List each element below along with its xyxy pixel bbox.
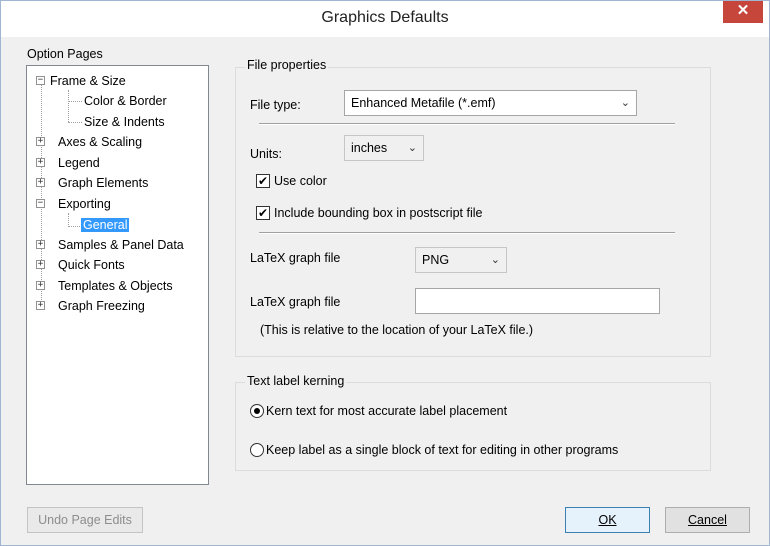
option-pages-label: Option Pages bbox=[27, 47, 103, 61]
expand-icon[interactable]: + bbox=[36, 240, 45, 249]
option-pages-tree[interactable]: − Frame & Size Color & Border Size & Ind… bbox=[26, 65, 209, 485]
undo-page-edits-button[interactable]: Undo Page Edits bbox=[27, 507, 143, 533]
file-type-label: File type: bbox=[250, 98, 301, 112]
use-color-checkbox[interactable]: ✔ bbox=[256, 174, 270, 188]
tree-item-label: Quick Fonts bbox=[58, 258, 125, 272]
tree-item-label: Exporting bbox=[58, 197, 111, 211]
latex-format-dropdown[interactable]: PNG ⌄ bbox=[415, 247, 507, 273]
graphics-defaults-dialog: Graphics Defaults ✕ Option Pages − Frame… bbox=[0, 0, 770, 546]
tree-item-label: Legend bbox=[58, 156, 100, 170]
ok-button[interactable]: OK bbox=[565, 507, 650, 533]
tree-item-label: Samples & Panel Data bbox=[58, 238, 184, 252]
file-type-dropdown[interactable]: Enhanced Metafile (*.emf) ⌄ bbox=[344, 90, 637, 116]
collapse-icon[interactable]: − bbox=[36, 76, 45, 85]
collapse-icon[interactable]: − bbox=[36, 199, 45, 208]
tree-item-label: Graph Elements bbox=[58, 176, 149, 190]
latex-note: (This is relative to the location of you… bbox=[260, 323, 534, 337]
file-type-value: Enhanced Metafile (*.emf) bbox=[351, 96, 496, 110]
window-title: Graphics Defaults bbox=[321, 9, 449, 26]
bounding-box-checkbox[interactable]: ✔ bbox=[256, 206, 270, 220]
units-dropdown[interactable]: inches ⌄ bbox=[344, 135, 424, 161]
chevron-down-icon: ⌄ bbox=[490, 254, 500, 266]
bounding-box-label[interactable]: Include bounding box in postscript file bbox=[274, 206, 482, 220]
ok-label: OK bbox=[598, 513, 617, 527]
block-option-label[interactable]: Keep label as a single block of text for… bbox=[266, 443, 618, 457]
expand-icon[interactable]: + bbox=[36, 260, 45, 269]
tree-branch-line bbox=[68, 213, 69, 227]
tree-item-label: General bbox=[81, 218, 130, 232]
latex-format-label: LaTeX graph file bbox=[250, 251, 341, 265]
latex-path-label: LaTeX graph file bbox=[250, 295, 341, 309]
close-icon[interactable]: ✕ bbox=[723, 1, 763, 23]
radio-selected-dot bbox=[254, 408, 260, 414]
tree-item-label: Color & Border bbox=[84, 94, 167, 108]
tree-item-label: Axes & Scaling bbox=[58, 135, 143, 149]
cancel-button[interactable]: Cancel bbox=[665, 507, 750, 533]
chevron-down-icon: ⌄ bbox=[407, 142, 417, 154]
file-properties-label: File properties bbox=[245, 58, 329, 72]
tree-connector bbox=[68, 122, 82, 123]
tree-connector bbox=[68, 101, 82, 102]
title-bar: Graphics Defaults ✕ bbox=[1, 1, 769, 37]
kerning-group bbox=[235, 382, 711, 471]
kerning-group-label: Text label kerning bbox=[245, 374, 347, 388]
expand-icon[interactable]: + bbox=[36, 158, 45, 167]
chevron-down-icon: ⌄ bbox=[620, 97, 630, 109]
tree-item-label: Graph Freezing bbox=[58, 299, 145, 313]
tree-item-label: Size & Indents bbox=[84, 115, 165, 129]
units-value: inches bbox=[351, 141, 388, 155]
latex-format-value: PNG bbox=[422, 253, 450, 267]
expand-icon[interactable]: + bbox=[36, 178, 45, 187]
kern-radio[interactable] bbox=[250, 404, 264, 418]
expand-icon[interactable]: + bbox=[36, 137, 45, 146]
use-color-label[interactable]: Use color bbox=[274, 174, 327, 188]
tree-item-label: Frame & Size bbox=[50, 74, 126, 88]
expand-icon[interactable]: + bbox=[36, 301, 45, 310]
block-radio[interactable] bbox=[250, 443, 264, 457]
units-label: Units: bbox=[250, 147, 282, 161]
tree-item-color-border[interactable]: Color & Border bbox=[84, 92, 167, 110]
kern-option-label[interactable]: Kern text for most accurate label placem… bbox=[266, 404, 507, 418]
expand-icon[interactable]: + bbox=[36, 281, 45, 290]
tree-item-size-indents[interactable]: Size & Indents bbox=[84, 113, 165, 131]
latex-path-input[interactable] bbox=[415, 288, 660, 314]
tree-item-general[interactable]: General bbox=[81, 216, 130, 234]
divider bbox=[259, 123, 675, 125]
tree-root-line bbox=[41, 84, 42, 310]
cancel-label: Cancel bbox=[688, 513, 727, 527]
tree-connector bbox=[68, 226, 80, 227]
divider bbox=[259, 232, 675, 234]
tree-item-label: Templates & Objects bbox=[58, 279, 173, 293]
tree-branch-line bbox=[68, 90, 69, 122]
